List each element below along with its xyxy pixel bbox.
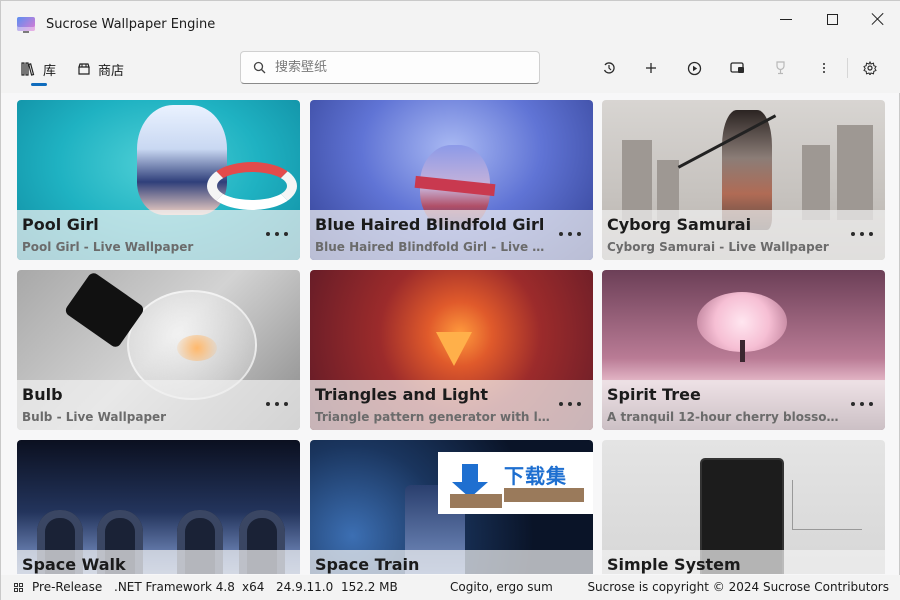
- card-more-button[interactable]: [266, 396, 288, 412]
- card-title: Simple System: [607, 555, 741, 574]
- architecture: x64: [242, 580, 265, 594]
- app-window: Sucrose Wallpaper Engine 库 商店 搜索壁纸 Pool …: [0, 0, 900, 600]
- motto: Cogito, ergo sum: [450, 580, 553, 594]
- card-subtitle: A tranquil 12-hour cherry blossom l...: [607, 410, 842, 424]
- wallpaper-card[interactable]: 下载集 Space Train: [310, 440, 593, 574]
- add-icon: [646, 63, 656, 73]
- active-tab-indicator: [31, 83, 47, 86]
- card-title: Pool Girl: [22, 215, 99, 234]
- window-title: Sucrose Wallpaper Engine: [46, 17, 216, 32]
- card-subtitle: Bulb - Live Wallpaper: [22, 410, 167, 424]
- wallpaper-card[interactable]: Triangles and Light Triangle pattern gen…: [310, 270, 593, 430]
- wallpaper-card[interactable]: Bulb Bulb - Live Wallpaper: [17, 270, 300, 430]
- memory-usage: 152.2 MB: [341, 580, 398, 594]
- search-box[interactable]: [240, 51, 540, 84]
- card-subtitle: Pool Girl - Live Wallpaper: [22, 240, 194, 254]
- title-bar[interactable]: Sucrose Wallpaper Engine: [1, 1, 900, 47]
- card-subtitle: Blue Haired Blindfold Girl - Live Wal...: [315, 240, 550, 254]
- card-subtitle: Cyborg Samurai - Live Wallpaper: [607, 240, 829, 254]
- card-more-button[interactable]: [559, 396, 581, 412]
- card-title: Triangles and Light: [315, 385, 488, 404]
- play-icon: [687, 61, 701, 75]
- apps-icon: [14, 583, 24, 593]
- wallpaper-card[interactable]: Spirit Tree A tranquil 12-hour cherry bl…: [602, 270, 885, 430]
- tab-store[interactable]: 商店: [77, 57, 124, 81]
- toolbar: 库 商店: [1, 47, 900, 93]
- minimize-button[interactable]: [763, 1, 809, 37]
- more-options-button[interactable]: [809, 56, 839, 80]
- card-title: Blue Haired Blindfold Girl: [315, 215, 545, 234]
- display-button[interactable]: [722, 56, 752, 80]
- history-icon: [603, 62, 615, 74]
- add-button[interactable]: [636, 56, 666, 80]
- tab-store-label: 商店: [98, 63, 125, 79]
- card-title: Bulb: [22, 385, 63, 404]
- wallpaper-card[interactable]: Blue Haired Blindfold Girl Blue Haired B…: [310, 100, 593, 260]
- card-more-button[interactable]: [851, 396, 873, 412]
- close-button[interactable]: [855, 1, 900, 37]
- play-button[interactable]: [679, 56, 709, 80]
- library-icon: [21, 62, 35, 76]
- close-icon: [871, 12, 885, 26]
- maximize-icon: [826, 13, 838, 25]
- minimize-icon: [780, 18, 792, 20]
- card-subtitle: Triangle pattern generator with ligh...: [315, 410, 550, 424]
- store-icon: [78, 63, 90, 75]
- watermark-text: 下载集: [504, 464, 567, 488]
- card-title: Space Train: [315, 555, 420, 574]
- framework-version: .NET Framework 4.8: [114, 580, 235, 594]
- search-input[interactable]: [275, 60, 515, 75]
- tab-library-label: 库: [43, 63, 57, 79]
- card-title: Space Walk: [22, 555, 126, 574]
- maximize-button[interactable]: [809, 1, 855, 37]
- wallpaper-card[interactable]: Space Walk: [17, 440, 300, 574]
- settings-button[interactable]: [855, 56, 885, 80]
- gear-icon: [863, 61, 877, 75]
- release-channel: Pre-Release: [32, 580, 103, 594]
- tab-library[interactable]: 库: [21, 57, 56, 81]
- display-icon: [729, 61, 744, 73]
- wallpaper-card[interactable]: Cyborg Samurai Cyborg Samurai - Live Wal…: [602, 100, 885, 260]
- watermark-logo: 下载集: [438, 452, 593, 514]
- card-title: Spirit Tree: [607, 385, 701, 404]
- history-button[interactable]: [594, 56, 624, 80]
- status-bar: Pre-Release .NET Framework 4.8 x64 24.9.…: [1, 575, 900, 600]
- search-icon: [253, 61, 266, 74]
- wallpaper-card[interactable]: Simple System: [602, 440, 885, 574]
- more-vertical-icon: [823, 63, 825, 73]
- copyright: Sucrose is copyright © 2024 Sucrose Cont…: [587, 580, 889, 594]
- card-more-button[interactable]: [851, 226, 873, 242]
- card-more-button[interactable]: [559, 226, 581, 242]
- trophy-icon: [775, 61, 785, 75]
- card-more-button[interactable]: [266, 226, 288, 242]
- download-arrow-icon: [450, 464, 502, 508]
- toolbar-divider: [847, 58, 848, 78]
- app-logo-icon: [17, 17, 35, 33]
- wallpaper-grid: Pool Girl Pool Girl - Live Wallpaper Blu…: [17, 100, 887, 574]
- trophy-button[interactable]: [765, 56, 795, 80]
- app-version: 24.9.11.0: [276, 580, 334, 594]
- card-title: Cyborg Samurai: [607, 215, 752, 234]
- wallpaper-card[interactable]: Pool Girl Pool Girl - Live Wallpaper: [17, 100, 300, 260]
